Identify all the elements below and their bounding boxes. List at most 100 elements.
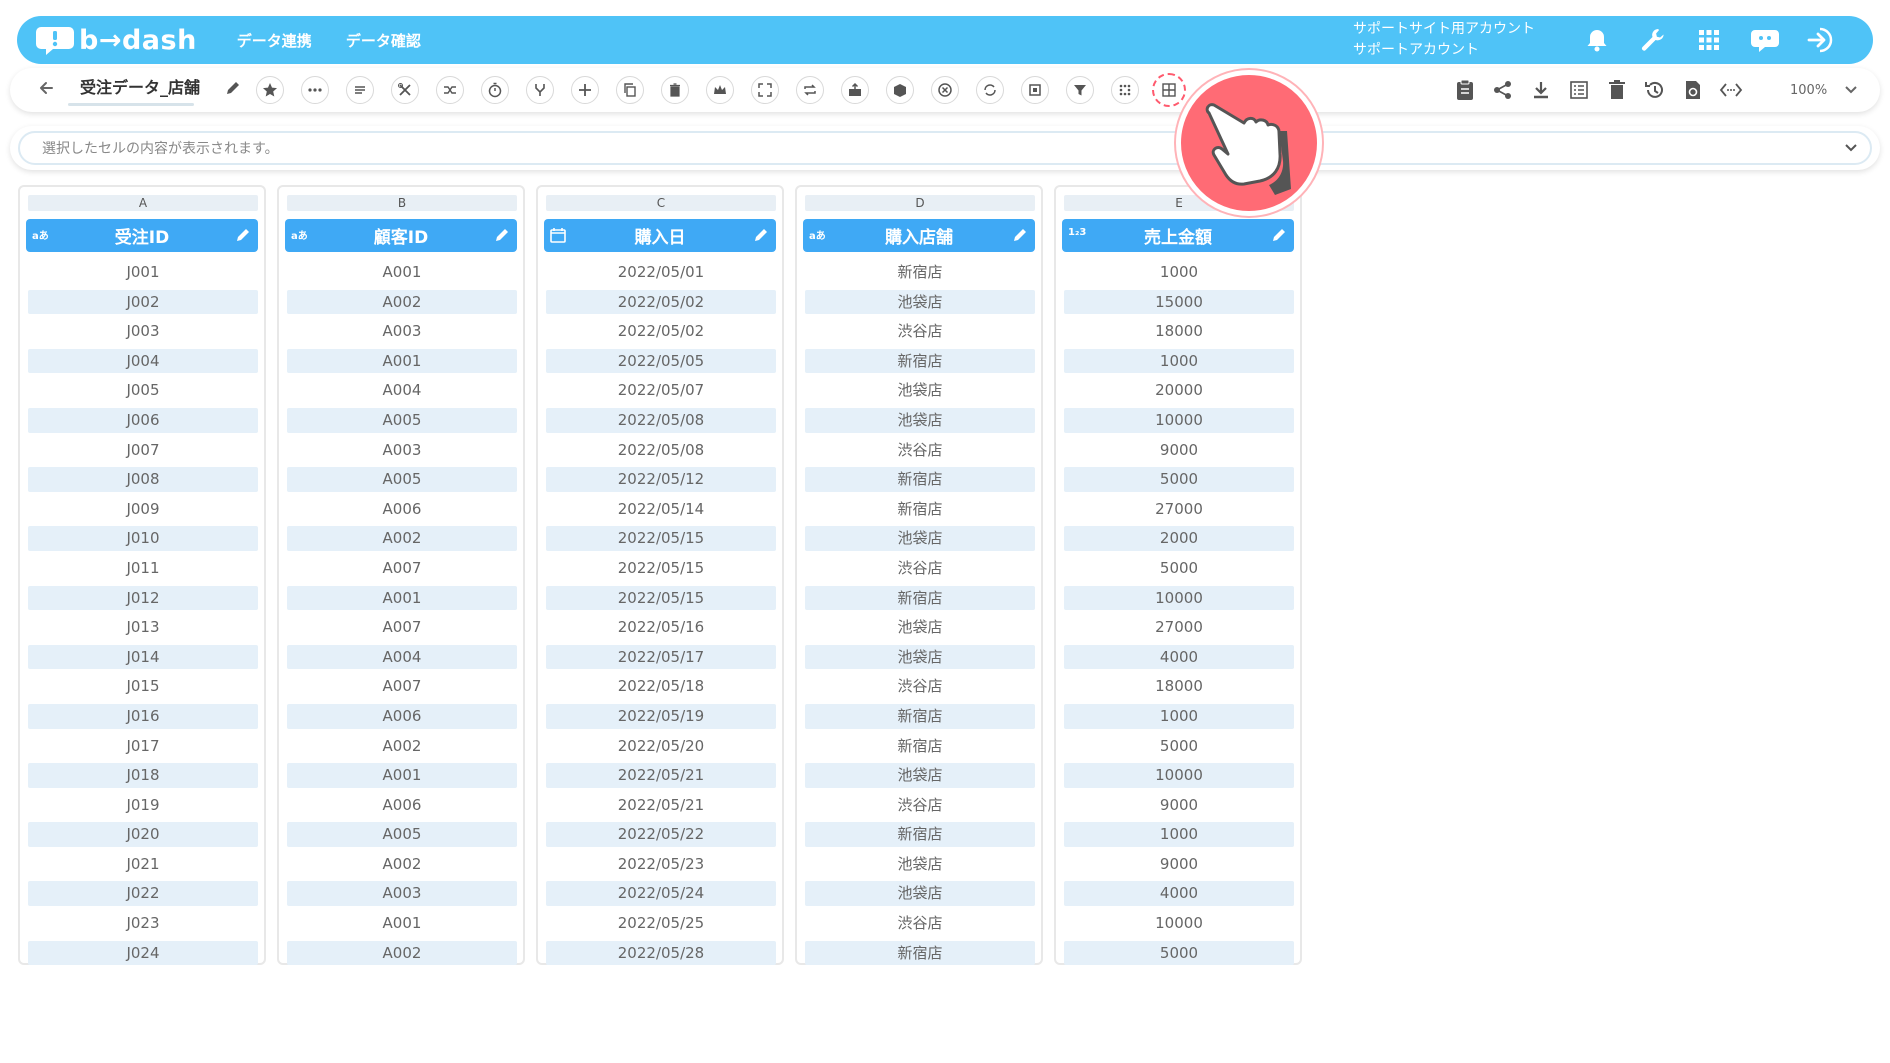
table-cell[interactable]: A002 bbox=[287, 289, 517, 315]
table-cell[interactable]: 2022/05/25 bbox=[546, 911, 776, 936]
table-cell[interactable]: 2022/05/08 bbox=[546, 407, 776, 433]
table-cell[interactable]: 2022/05/02 bbox=[546, 289, 776, 315]
edit-pencil-icon[interactable] bbox=[494, 227, 510, 243]
tools-button[interactable] bbox=[391, 76, 419, 104]
column-header[interactable]: aあ 顧客ID bbox=[285, 219, 517, 252]
table-cell[interactable]: 新宿店 bbox=[805, 703, 1035, 729]
table-cell[interactable]: J002 bbox=[28, 289, 258, 315]
table-cell[interactable]: A002 bbox=[287, 526, 517, 551]
table-cell[interactable]: 新宿店 bbox=[805, 940, 1035, 966]
table-cell[interactable]: 1000 bbox=[1064, 822, 1294, 847]
table-cell[interactable]: 2022/05/28 bbox=[546, 940, 776, 966]
table-cell[interactable]: A003 bbox=[287, 881, 517, 907]
table-cell[interactable]: A002 bbox=[287, 734, 517, 759]
table-cell[interactable]: 池袋店 bbox=[805, 763, 1035, 788]
share-button[interactable] bbox=[1490, 76, 1516, 104]
table-cell[interactable]: 池袋店 bbox=[805, 644, 1035, 670]
table-cell[interactable]: 2022/05/20 bbox=[546, 734, 776, 759]
table-cell[interactable]: 新宿店 bbox=[805, 467, 1035, 492]
table-title-wrap[interactable]: 受注データ_店舗 bbox=[68, 76, 208, 106]
more-options-button[interactable] bbox=[301, 76, 329, 104]
account-info[interactable]: サポートサイト用アカウント サポートアカウント bbox=[1353, 19, 1535, 61]
table-cell[interactable]: 10000 bbox=[1064, 407, 1294, 433]
column-letter[interactable]: C bbox=[546, 195, 776, 211]
logo[interactable]: b→dash bbox=[35, 25, 197, 56]
table-cell[interactable]: A002 bbox=[287, 852, 517, 877]
table-cell[interactable]: 池袋店 bbox=[805, 852, 1035, 877]
download-button[interactable] bbox=[1528, 76, 1554, 104]
table-cell[interactable]: 2000 bbox=[1064, 526, 1294, 551]
package-button[interactable] bbox=[886, 76, 914, 104]
table-cell[interactable]: 池袋店 bbox=[805, 615, 1035, 640]
back-arrow-icon[interactable] bbox=[38, 80, 54, 96]
table-cell[interactable]: J021 bbox=[28, 852, 258, 877]
table-cell[interactable]: J008 bbox=[28, 467, 258, 492]
edit-pencil-icon[interactable] bbox=[1271, 227, 1287, 243]
table-cell[interactable]: A002 bbox=[287, 940, 517, 966]
table-cell[interactable]: J005 bbox=[28, 378, 258, 403]
table-cell[interactable]: J018 bbox=[28, 763, 258, 788]
table-cell[interactable]: A003 bbox=[287, 438, 517, 463]
table-cell[interactable]: 2022/05/01 bbox=[546, 260, 776, 285]
table-cell[interactable]: 2022/05/23 bbox=[546, 852, 776, 877]
table-cell[interactable]: J024 bbox=[28, 940, 258, 966]
table-cell[interactable]: J014 bbox=[28, 644, 258, 670]
table-cell[interactable]: J004 bbox=[28, 348, 258, 374]
table-cell[interactable]: J007 bbox=[28, 438, 258, 463]
nav-data-integration[interactable]: データ連携 bbox=[237, 30, 312, 51]
wrench-icon[interactable] bbox=[1625, 16, 1681, 64]
table-cell[interactable]: 27000 bbox=[1064, 497, 1294, 522]
table-cell[interactable]: 渋谷店 bbox=[805, 911, 1035, 936]
table-cell[interactable]: A006 bbox=[287, 497, 517, 522]
table-cell[interactable]: 2022/05/19 bbox=[546, 703, 776, 729]
table-cell[interactable]: 渋谷店 bbox=[805, 674, 1035, 699]
history-button[interactable] bbox=[1642, 76, 1668, 104]
table-cell[interactable]: 2022/05/07 bbox=[546, 378, 776, 403]
column-header[interactable]: 購入日 bbox=[544, 219, 776, 252]
filter-button[interactable] bbox=[1066, 76, 1094, 104]
table-cell[interactable]: J003 bbox=[28, 319, 258, 344]
table-cell[interactable]: A007 bbox=[287, 615, 517, 640]
add-button[interactable] bbox=[571, 76, 599, 104]
table-cell[interactable]: A003 bbox=[287, 319, 517, 344]
table-cell[interactable]: 池袋店 bbox=[805, 378, 1035, 403]
table-cell[interactable]: A001 bbox=[287, 348, 517, 374]
list-view-button[interactable] bbox=[1566, 76, 1592, 104]
column-header[interactable]: 1₂3 売上金額 bbox=[1062, 219, 1294, 252]
table-cell[interactable]: 2022/05/21 bbox=[546, 793, 776, 818]
table-cell[interactable]: 2022/05/15 bbox=[546, 556, 776, 581]
table-cell[interactable]: 5000 bbox=[1064, 467, 1294, 492]
table-cell[interactable]: A004 bbox=[287, 378, 517, 403]
column-header[interactable]: aあ 購入店舗 bbox=[803, 219, 1035, 252]
table-cell[interactable]: J001 bbox=[28, 260, 258, 285]
table-cell[interactable]: 27000 bbox=[1064, 615, 1294, 640]
table-cell[interactable]: J010 bbox=[28, 526, 258, 551]
bell-icon[interactable] bbox=[1569, 16, 1625, 64]
table-cell[interactable]: A007 bbox=[287, 556, 517, 581]
table-cell[interactable]: 1000 bbox=[1064, 703, 1294, 729]
reshape-button[interactable] bbox=[1111, 76, 1139, 104]
apps-grid-icon[interactable] bbox=[1681, 16, 1737, 64]
table-cell[interactable]: A005 bbox=[287, 822, 517, 847]
delete-table-button[interactable] bbox=[1604, 76, 1630, 104]
copy-button[interactable] bbox=[616, 76, 644, 104]
table-cell[interactable]: 新宿店 bbox=[805, 260, 1035, 285]
table-cell[interactable]: 2022/05/17 bbox=[546, 644, 776, 670]
table-cell[interactable]: 2022/05/14 bbox=[546, 497, 776, 522]
table-cell[interactable]: 2022/05/12 bbox=[546, 467, 776, 492]
table-cell[interactable]: 9000 bbox=[1064, 852, 1294, 877]
table-cell[interactable]: 1000 bbox=[1064, 348, 1294, 374]
table-cell[interactable]: J023 bbox=[28, 911, 258, 936]
table-cell[interactable]: J019 bbox=[28, 793, 258, 818]
table-cell[interactable]: 5000 bbox=[1064, 556, 1294, 581]
column-letter[interactable]: B bbox=[287, 195, 517, 211]
table-cell[interactable]: 15000 bbox=[1064, 289, 1294, 315]
table-cell[interactable]: 2022/05/16 bbox=[546, 615, 776, 640]
table-cell[interactable]: 10000 bbox=[1064, 911, 1294, 936]
table-cell[interactable]: J006 bbox=[28, 407, 258, 433]
table-cell[interactable]: A006 bbox=[287, 703, 517, 729]
convert-button[interactable] bbox=[976, 76, 1004, 104]
column-header[interactable]: aあ 受注ID bbox=[26, 219, 258, 252]
table-cell[interactable]: 池袋店 bbox=[805, 407, 1035, 433]
table-cell[interactable]: A006 bbox=[287, 793, 517, 818]
